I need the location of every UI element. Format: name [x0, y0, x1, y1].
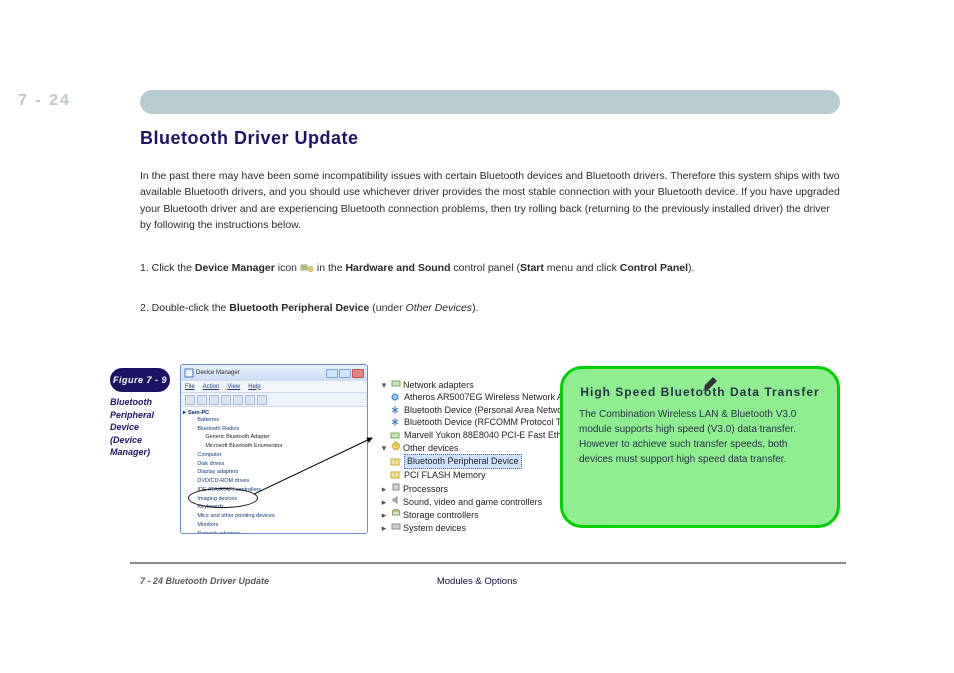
toolbar-icon[interactable]: [245, 395, 255, 405]
tree-item[interactable]: IDE ATA/ATAPI controllers: [193, 486, 365, 495]
other-devices-icon: ?: [391, 441, 401, 451]
tree-item[interactable]: Generic Bluetooth Adapter: [193, 434, 365, 443]
step-1: 1. Click the Device Manager icon in the …: [140, 260, 840, 276]
tree-cat-sound[interactable]: ▸ Sound, video and game controllers: [376, 495, 564, 508]
tree-cat-processors[interactable]: ▸ Processors: [376, 482, 564, 495]
note-box: High Speed Bluetooth Data Transfer The C…: [560, 366, 840, 528]
tree-item[interactable]: Keyboards: [193, 504, 365, 513]
toolbar-icon[interactable]: [209, 395, 219, 405]
tree-item[interactable]: Network adapters: [193, 530, 365, 533]
tree-cat-other-devices[interactable]: ▾ ? Other devices: [376, 441, 564, 454]
tree-item-selected[interactable]: !Bluetooth Peripheral Device: [376, 454, 564, 469]
network-icon: [391, 378, 401, 388]
toolbar-icon[interactable]: [185, 395, 195, 405]
window-titlebar: Device Manager: [181, 365, 367, 381]
tree-item[interactable]: Display adapters: [193, 469, 365, 478]
footer-rule: [130, 562, 846, 564]
tree-item[interactable]: Bluetooth Device (RFCOMM Protocol TDI): [376, 416, 564, 429]
tree-cat-system[interactable]: ▸ System devices: [376, 521, 564, 534]
window-controls: [326, 369, 364, 378]
svg-text:!: !: [394, 460, 395, 466]
device-manager-window: Device Manager File Action View Help Sam…: [180, 364, 368, 534]
window-title: Device Manager: [196, 370, 240, 376]
svg-text:!: !: [394, 473, 395, 479]
maximize-button[interactable]: [339, 369, 351, 378]
tree-item[interactable]: Imaging devices: [193, 495, 365, 504]
note-title: High Speed Bluetooth Data Transfer: [580, 385, 819, 399]
tree-item[interactable]: DVD/CD-ROM drives: [193, 477, 365, 486]
pencil-icon: [701, 375, 719, 393]
app-icon: [184, 368, 194, 378]
tree-cat-storage[interactable]: ▸ Storage controllers: [376, 508, 564, 521]
tree-item[interactable]: Marvell Yukon 88E8040 PCI-E Fast Etherne…: [376, 429, 564, 442]
figure-caption: Bluetooth Peripheral Device (Device Mana…: [110, 396, 170, 459]
body-steps: 1. Click the Device Manager icon in the …: [140, 260, 840, 317]
toolbar: [181, 393, 367, 407]
page-number: 7 - 24: [18, 92, 71, 110]
toolbar-icon[interactable]: [233, 395, 243, 405]
tree-item[interactable]: Bluetooth Radios: [193, 425, 365, 434]
processor-icon: [391, 482, 401, 492]
tree-root[interactable]: Sam-PC: [183, 409, 365, 416]
figure-badge: Figure 7 - 9: [110, 368, 170, 392]
tree-cat-network-adapters[interactable]: ▾ Network adapters: [376, 378, 564, 391]
body-paragraph-intro: In the past there may have been some inc…: [140, 168, 840, 233]
menu-action[interactable]: Action: [203, 384, 220, 390]
system-icon: [391, 521, 401, 531]
minimize-button[interactable]: [326, 369, 338, 378]
toolbar-icon[interactable]: [257, 395, 267, 405]
tree-item[interactable]: Computer: [193, 451, 365, 460]
menu-help[interactable]: Help: [248, 384, 260, 390]
tree-item[interactable]: Disk drives: [193, 460, 365, 469]
device-manager-icon: [300, 262, 314, 274]
device-tree-zoom: ▾ Network adapters Atheros AR5007EG Wire…: [376, 378, 564, 528]
window-title-group: Device Manager: [184, 368, 240, 378]
tree-item[interactable]: Monitors: [193, 521, 365, 530]
footer-center: Modules & Options: [0, 576, 954, 587]
menubar: File Action View Help: [181, 381, 367, 393]
toolbar-icon[interactable]: [221, 395, 231, 405]
tree-item[interactable]: Microsoft Bluetooth Enumerator: [193, 442, 365, 451]
storage-icon: [391, 508, 401, 518]
sound-icon: [391, 495, 401, 505]
device-tree: Sam-PC Batteries Bluetooth Radios Generi…: [181, 407, 367, 533]
close-button[interactable]: [352, 369, 364, 378]
section-banner: [140, 90, 840, 114]
menu-file[interactable]: File: [185, 384, 195, 390]
toolbar-icon[interactable]: [197, 395, 207, 405]
tree-item[interactable]: !PCI FLASH Memory: [376, 469, 564, 482]
note-text: The Combination Wireless LAN & Bluetooth…: [579, 407, 821, 467]
tree-item[interactable]: Bluetooth Device (Personal Area Network): [376, 404, 564, 417]
step-2: 2. Double-click the Bluetooth Peripheral…: [140, 300, 840, 316]
section-title: Bluetooth Driver Update: [140, 128, 359, 149]
tree-item[interactable]: Atheros AR5007EG Wireless Network Adapte…: [376, 391, 564, 404]
menu-view[interactable]: View: [227, 384, 240, 390]
tree-item[interactable]: Batteries: [193, 416, 365, 425]
tree-item[interactable]: Mice and other pointing devices: [193, 512, 365, 521]
